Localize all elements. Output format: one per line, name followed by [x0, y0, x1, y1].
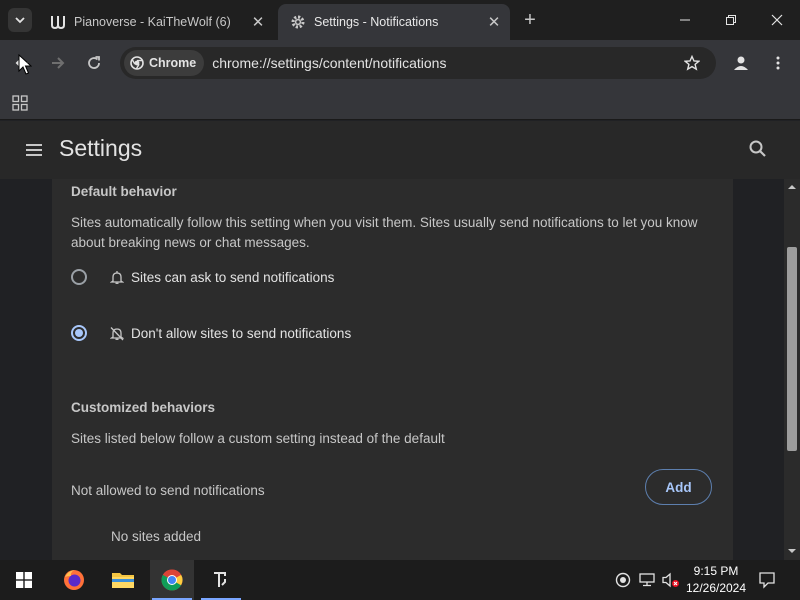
radio-button[interactable]: [71, 269, 87, 285]
network-icon[interactable]: [636, 560, 658, 600]
chrome-icon: [161, 569, 183, 591]
radio-option-ask[interactable]: Sites can ask to send notifications: [71, 265, 334, 289]
taskbar-app[interactable]: [199, 560, 243, 600]
taskbar-file-explorer[interactable]: [101, 560, 145, 600]
radio-button-selected[interactable]: [71, 325, 87, 341]
customized-behaviors-heading: Customized behaviors: [71, 400, 216, 415]
restore-button[interactable]: [708, 0, 754, 40]
minimize-icon: [680, 19, 690, 21]
page-title: Settings: [59, 135, 143, 161]
bell-off-icon: [109, 325, 125, 341]
star-icon: [684, 55, 700, 71]
tray-app-icon[interactable]: [612, 560, 634, 600]
default-behavior-description: Sites automatically follow this setting …: [71, 215, 698, 250]
close-tab-icon[interactable]: ✕: [248, 12, 268, 32]
default-behavior-heading: Default behavior: [71, 184, 177, 199]
scroll-up-arrow-icon[interactable]: [788, 183, 796, 191]
windows-start-button[interactable]: [2, 560, 46, 600]
folder-icon: [112, 573, 134, 588]
radio-label: Sites can ask to send notifications: [131, 269, 335, 285]
chrome-logo-icon: [130, 56, 144, 70]
windows-logo-icon: [16, 572, 32, 588]
clock-date: 12/26/2024: [685, 581, 747, 595]
close-icon: [771, 14, 783, 26]
notification-center-icon[interactable]: [756, 560, 778, 600]
chevron-down-icon: [15, 17, 25, 24]
settings-content: Default behavior Sites automatically fol…: [0, 179, 784, 560]
scroll-down-arrow-icon[interactable]: [788, 547, 796, 555]
close-window-button[interactable]: [754, 0, 800, 40]
clock-time: 9:15 PM: [693, 564, 739, 578]
hamburger-menu-icon[interactable]: [22, 138, 46, 162]
no-sites-label: No sites added: [111, 529, 202, 544]
tab-strip: Pianoverse - KaiTheWolf (6) ✕ Settings -…: [0, 0, 800, 40]
settings-header: Settings: [0, 121, 800, 179]
person-icon: [734, 56, 748, 70]
apps-grid-icon[interactable]: [12, 95, 28, 111]
new-tab-button[interactable]: +: [518, 8, 542, 32]
tab-pianoverse[interactable]: Pianoverse - KaiTheWolf (6) ✕: [38, 4, 274, 40]
site-info-chip[interactable]: Chrome: [124, 50, 205, 76]
gear-icon: [288, 12, 308, 32]
minimize-button[interactable]: [662, 0, 708, 40]
windows-taskbar: 9:15 PM 12/26/2024: [0, 560, 800, 600]
reload-button[interactable]: [80, 49, 108, 77]
taskbar-chrome[interactable]: [150, 560, 194, 600]
more-vertical-icon: [776, 56, 780, 70]
bell-icon: [109, 269, 125, 285]
app-icon: [214, 572, 226, 587]
taskbar-firefox[interactable]: [52, 560, 96, 600]
arrow-right-icon: [52, 57, 65, 69]
menu-button[interactable]: [764, 49, 792, 77]
restore-icon: [726, 15, 736, 25]
tab-title: Settings - Notifications: [314, 15, 439, 29]
radio-option-block[interactable]: Don't allow sites to send notifications: [71, 321, 351, 345]
volume-muted-icon[interactable]: [660, 560, 682, 600]
radio-label: Don't allow sites to send notifications: [131, 325, 352, 341]
bookmark-star-button[interactable]: [678, 49, 706, 77]
forward-button[interactable]: [44, 49, 72, 77]
mouse-cursor-icon: [18, 54, 32, 75]
close-tab-icon[interactable]: ✕: [484, 12, 504, 32]
add-site-button[interactable]: Add: [645, 469, 712, 505]
taskbar-clock[interactable]: 9:15 PM 12/26/2024: [680, 563, 752, 597]
tab-title: Pianoverse - KaiTheWolf (6): [74, 15, 231, 29]
search-settings-icon[interactable]: [746, 137, 770, 161]
bookmarks-bar: [0, 86, 800, 120]
profile-button[interactable]: [727, 49, 755, 77]
address-bar[interactable]: Chrome chrome://settings/content/notific…: [120, 47, 716, 79]
notifications-card: Default behavior Sites automatically fol…: [52, 179, 733, 560]
tab-search-button[interactable]: [8, 8, 32, 32]
url-text[interactable]: chrome://settings/content/notifications: [212, 55, 678, 71]
firefox-icon: [64, 570, 84, 590]
page-scrollbar[interactable]: [784, 179, 800, 560]
pianoverse-favicon-icon: [48, 12, 68, 32]
chip-label: Chrome: [149, 56, 197, 70]
reload-icon: [88, 56, 100, 69]
tab-settings-notifications[interactable]: Settings - Notifications ✕: [278, 4, 510, 40]
scrollbar-thumb[interactable]: [787, 247, 797, 451]
not-allowed-label: Not allowed to send notifications: [71, 483, 265, 498]
customized-behaviors-description: Sites listed below follow a custom setti…: [71, 431, 445, 446]
